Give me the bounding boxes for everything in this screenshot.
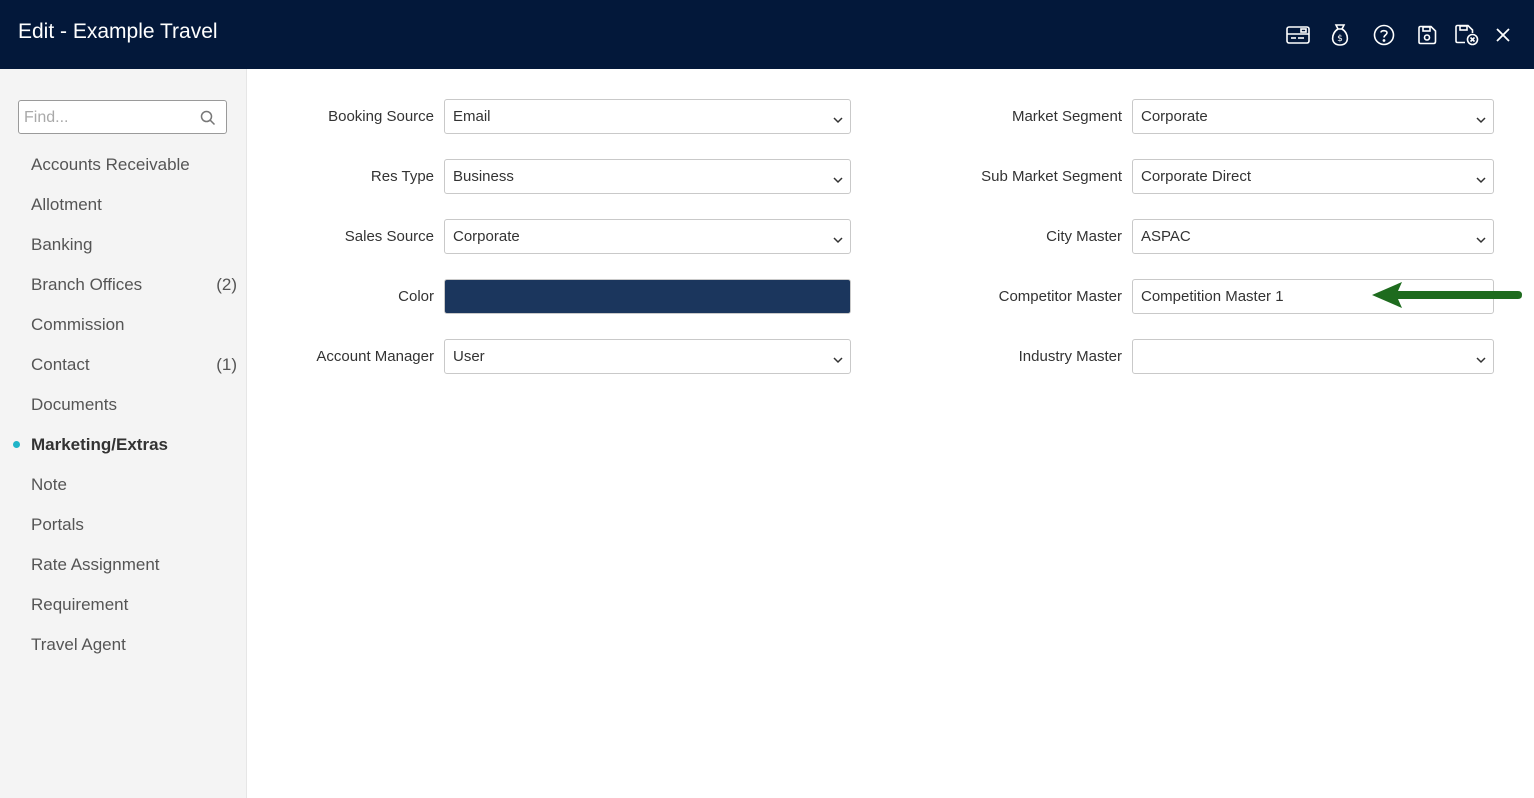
select-value: ASPAC [1141, 228, 1191, 245]
sidebar-item-label: Banking [31, 235, 93, 254]
select-value: User [453, 348, 485, 365]
sidebar-item-allotment[interactable]: Allotment [0, 184, 247, 224]
title-bar: Edit - Example Travel $ [0, 0, 1534, 69]
sidebar: Accounts Receivable Allotment Banking Br… [0, 69, 247, 798]
sidebar-item-label: Commission [31, 315, 125, 334]
sidebar-item-contact[interactable]: Contact (1) [0, 344, 247, 384]
sidebar-item-label: Allotment [31, 195, 102, 214]
market-segment-label: Market Segment [1011, 108, 1122, 125]
sidebar-item-requirement[interactable]: Requirement [0, 584, 247, 624]
market-segment-select[interactable]: Corporate [1132, 99, 1494, 134]
sidebar-item-accounts-receivable[interactable]: Accounts Receivable [0, 144, 247, 184]
sales-source-select[interactable]: Corporate [444, 219, 851, 254]
chevron-down-icon [1475, 112, 1487, 130]
sidebar-item-label: Portals [31, 515, 84, 534]
chevron-down-icon [1475, 352, 1487, 370]
select-value: Competition Master 1 [1141, 288, 1284, 305]
sub-market-segment-select[interactable]: Corporate Direct [1132, 159, 1494, 194]
color-picker[interactable] [444, 279, 851, 314]
sidebar-item-label: Requirement [31, 595, 129, 614]
color-label: Color [398, 288, 434, 305]
sidebar-item-label: Note [31, 475, 67, 494]
svg-text:$: $ [1337, 34, 1343, 44]
city-master-select[interactable]: ASPAC [1132, 219, 1494, 254]
sidebar-item-label: Branch Offices [31, 275, 143, 294]
sidebar-item-banking[interactable]: Banking [0, 224, 247, 264]
money-bag-icon[interactable]: $ [1327, 22, 1353, 48]
sidebar-item-rate-assignment[interactable]: Rate Assignment [0, 544, 247, 584]
account-manager-label: Account Manager [316, 348, 434, 365]
sidebar-item-count: (2) [216, 275, 237, 294]
res-type-label: Res Type [370, 168, 434, 185]
page-title: Edit - Example Travel [18, 20, 218, 43]
chevron-down-icon [832, 172, 844, 190]
booking-source-label: Booking Source [328, 108, 434, 125]
booking-source-select[interactable]: Email [444, 99, 851, 134]
sidebar-nav: Accounts Receivable Allotment Banking Br… [0, 144, 247, 664]
sidebar-item-marketing-extras[interactable]: Marketing/Extras [0, 424, 247, 464]
card-icon[interactable] [1285, 22, 1311, 48]
sidebar-item-note[interactable]: Note [0, 464, 247, 504]
competitor-master-label: Competitor Master [998, 288, 1122, 305]
sidebar-item-portals[interactable]: Portals [0, 504, 247, 544]
sidebar-item-count: (1) [216, 355, 237, 374]
sidebar-item-label: Accounts Receivable [31, 155, 190, 174]
sidebar-item-label: Marketing/Extras [31, 435, 168, 454]
sidebar-item-label: Documents [31, 395, 117, 414]
select-value: Corporate Direct [1141, 168, 1252, 185]
search-icon[interactable] [200, 110, 216, 131]
sidebar-item-label: Rate Assignment [31, 555, 160, 574]
res-type-select[interactable]: Business [444, 159, 851, 194]
chevron-down-icon [1475, 232, 1487, 250]
select-value: Business [453, 168, 514, 185]
select-value: Email [453, 108, 491, 125]
active-indicator-dot [13, 441, 20, 448]
save-icon[interactable] [1414, 22, 1440, 48]
search-input[interactable] [24, 107, 194, 129]
sidebar-item-label: Travel Agent [31, 635, 126, 654]
chevron-down-icon [1475, 172, 1487, 190]
select-value: Corporate [453, 228, 520, 245]
help-icon[interactable] [1371, 22, 1397, 48]
search-box [18, 100, 227, 134]
sidebar-item-branch-offices[interactable]: Branch Offices (2) [0, 264, 247, 304]
select-value: Corporate [1141, 108, 1208, 125]
close-icon[interactable] [1490, 22, 1516, 48]
sidebar-item-label: Contact [31, 355, 90, 374]
save-close-icon[interactable] [1454, 22, 1480, 48]
sales-source-label: Sales Source [344, 228, 434, 245]
city-master-label: City Master [1046, 228, 1122, 245]
sidebar-item-documents[interactable]: Documents [0, 384, 247, 424]
chevron-down-icon [832, 352, 844, 370]
industry-master-label: Industry Master [1018, 348, 1122, 365]
sidebar-item-travel-agent[interactable]: Travel Agent [0, 624, 247, 664]
sub-market-segment-label: Sub Market Segment [981, 168, 1122, 185]
account-manager-select[interactable]: User [444, 339, 851, 374]
chevron-down-icon [832, 112, 844, 130]
sidebar-item-commission[interactable]: Commission [0, 304, 247, 344]
chevron-down-icon [832, 232, 844, 250]
annotation-arrow-icon [1370, 278, 1526, 317]
industry-master-select[interactable] [1132, 339, 1494, 374]
